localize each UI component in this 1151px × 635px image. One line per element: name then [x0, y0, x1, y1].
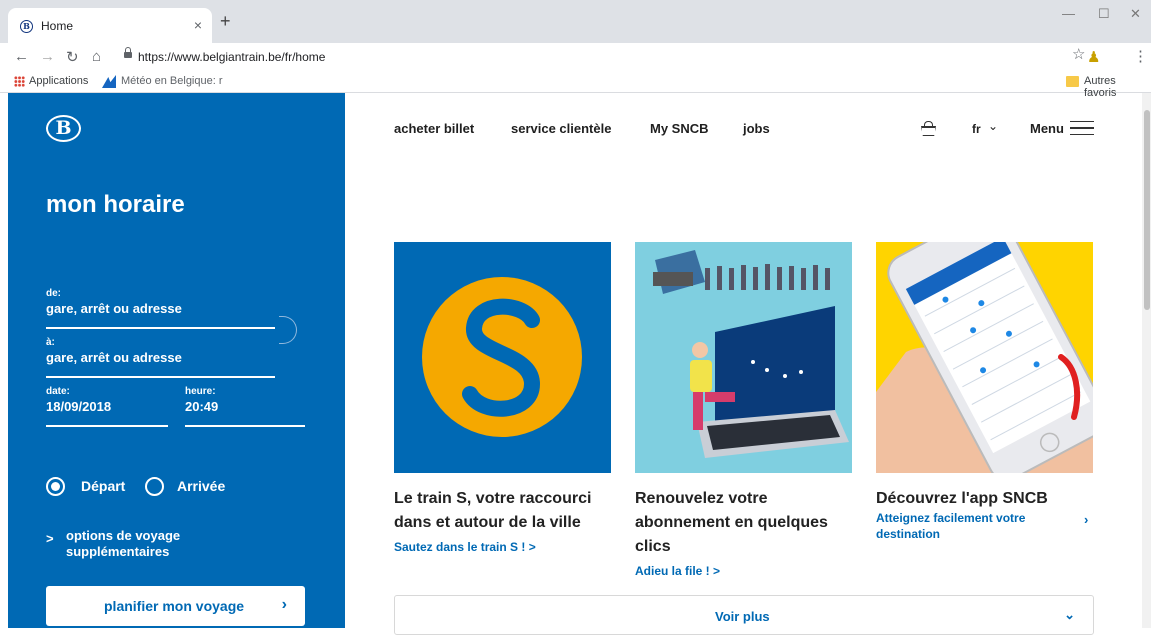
tab-close-icon[interactable]: × — [194, 17, 202, 33]
see-more-button[interactable]: Voir plus ⌄ — [394, 595, 1094, 635]
card-link-subscription[interactable]: Adieu la file ! > — [635, 563, 720, 579]
time-input[interactable]: 20:49 — [185, 399, 218, 414]
apps-grid-icon — [14, 76, 25, 87]
departure-label[interactable]: Départ — [81, 478, 125, 494]
folder-icon — [1066, 76, 1079, 87]
card-title-train-s[interactable]: Le train S, votre raccourci dans et auto… — [394, 487, 624, 535]
train-s-image[interactable] — [394, 242, 611, 473]
scrollbar-thumb[interactable] — [1144, 110, 1150, 310]
hamburger-icon[interactable] — [1070, 121, 1094, 135]
subscription-image[interactable] — [635, 242, 852, 473]
panel-title: mon horaire — [46, 191, 185, 218]
minimize-icon[interactable]: — — [1062, 6, 1075, 21]
browser-tab-bar: B Home × + — ☐ ✕ — [0, 0, 1151, 43]
plan-journey-label: planifier mon voyage — [104, 598, 245, 614]
language-selector[interactable]: fr — [972, 122, 981, 136]
date-underline — [46, 425, 168, 427]
nav-jobs[interactable]: jobs — [743, 121, 770, 136]
sncb-favicon-icon: B — [20, 20, 33, 33]
from-underline — [46, 327, 275, 329]
options-toggle[interactable]: options de voyage supplémentaires — [66, 528, 266, 560]
date-input[interactable]: 18/09/2018 — [46, 399, 111, 414]
journey-planner-panel: B mon horaire de: gare, arrêt ou adresse… — [8, 93, 345, 628]
menu-label[interactable]: Menu — [1030, 121, 1064, 136]
nav-my-sncb[interactable]: My SNCB — [650, 121, 709, 136]
chevron-right-icon: › — [281, 596, 287, 613]
tab-title: Home — [41, 19, 74, 33]
to-underline — [46, 376, 275, 378]
url-field[interactable]: https://www.belgiantrain.be/fr/home — [118, 45, 1063, 69]
from-input[interactable]: gare, arrêt ou adresse — [46, 301, 182, 316]
card-title-subscription[interactable]: Renouvelez votre abonnement en quelques … — [635, 487, 865, 559]
time-underline — [185, 425, 305, 427]
chevron-down-icon[interactable]: ⌄ — [988, 119, 998, 133]
meteo-icon — [102, 75, 116, 88]
arrival-radio[interactable] — [145, 477, 164, 496]
bookmarks-bar: Applications Météo en Belgique: r Autres… — [0, 71, 1151, 99]
to-label: à: — [46, 337, 55, 348]
bookmark-other[interactable]: Autres favoris — [1084, 75, 1151, 99]
star-icon[interactable]: ☆ — [1072, 45, 1141, 63]
browser-tab[interactable]: B Home × — [8, 8, 212, 43]
date-label: date: — [46, 386, 70, 397]
sncb-logo[interactable]: B — [46, 115, 81, 142]
window-close-icon[interactable]: ✕ — [1130, 6, 1141, 22]
browser-menu-icon[interactable]: ⋮ — [1133, 47, 1148, 65]
see-more-label: Voir plus — [715, 609, 770, 624]
new-tab-button[interactable]: + — [220, 12, 231, 30]
extension-icon[interactable]: ♟ — [1087, 48, 1100, 66]
chevron-down-icon: ⌄ — [1064, 607, 1075, 622]
arrival-label[interactable]: Arrivée — [177, 478, 225, 494]
departure-radio[interactable] — [46, 477, 65, 496]
forward-icon[interactable]: → — [40, 48, 55, 65]
time-label: heure: — [185, 386, 216, 397]
card-title-app[interactable]: Découvrez l'app SNCB — [876, 487, 1106, 511]
nav-buy-ticket[interactable]: acheter billet — [394, 121, 474, 136]
options-chevron-icon[interactable]: > — [46, 531, 54, 546]
app-image[interactable] — [876, 242, 1093, 473]
maximize-icon[interactable]: ☐ — [1098, 6, 1110, 22]
nav-customer-service[interactable]: service clientèle — [511, 121, 611, 136]
back-icon[interactable]: ← — [14, 48, 29, 65]
chevron-right-icon[interactable]: › — [1084, 512, 1088, 527]
home-icon[interactable]: ⌂ — [92, 48, 101, 65]
card-link-train-s[interactable]: Sautez dans le train S ! > — [394, 539, 536, 555]
bookmark-meteo[interactable]: Météo en Belgique: r — [121, 75, 223, 87]
lock-icon — [124, 47, 132, 60]
from-label: de: — [46, 288, 61, 299]
bookmark-applications[interactable]: Applications — [29, 75, 88, 87]
url-text: https://www.belgiantrain.be/fr/home — [138, 50, 326, 64]
basket-icon[interactable] — [921, 121, 936, 135]
reload-icon[interactable]: ↻ — [66, 48, 79, 66]
address-bar-row: ← → ↻ ⌂ https://www.belgiantrain.be/fr/h… — [0, 43, 1151, 71]
to-input[interactable]: gare, arrêt ou adresse — [46, 350, 182, 365]
card-link-app[interactable]: Atteignez facilement votre destination — [876, 510, 1061, 542]
plan-journey-button[interactable]: planifier mon voyage › — [46, 586, 305, 626]
swap-icon[interactable] — [279, 316, 297, 344]
